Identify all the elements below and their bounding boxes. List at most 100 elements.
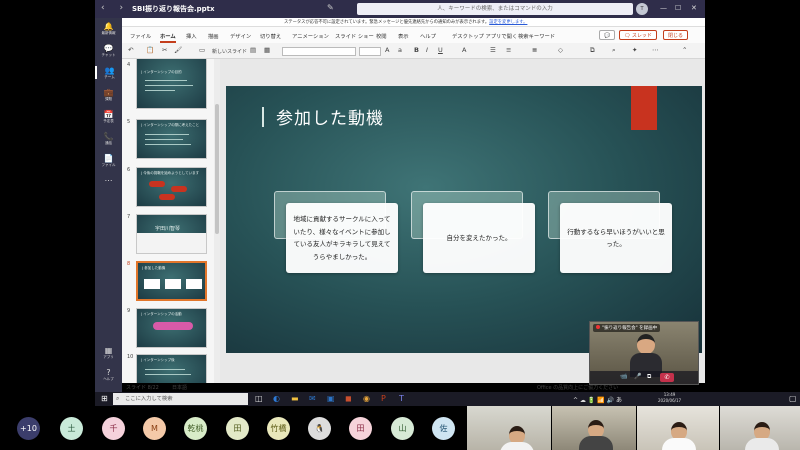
slide-thumbnail[interactable]: 宇田川智琴 (136, 214, 207, 254)
tab-animations[interactable]: アニメーション (292, 32, 329, 40)
participant-avatar[interactable]: 🐧 (308, 417, 331, 440)
rail-item-chat[interactable]: 💬 チャット (95, 44, 122, 57)
tab-slideshow[interactable]: スライド ショー (335, 32, 374, 40)
rail-item-help[interactable]: ? ヘルプ (95, 368, 122, 381)
chrome-icon[interactable]: ◉ (363, 394, 370, 403)
new-slide-icon[interactable]: ▭ (199, 46, 205, 54)
slide-thumbnail-selected[interactable]: | 参加した動機 (136, 261, 207, 301)
tab-view[interactable]: 表示 (398, 32, 409, 40)
mic-icon[interactable]: 🎤 (634, 373, 641, 380)
participant-video[interactable] (720, 406, 800, 450)
slide-thumbnail[interactable]: | インターンシップの活動 (136, 308, 207, 348)
feedback-link[interactable]: Office の品質向上にご協力ください (537, 384, 618, 391)
bold-icon[interactable]: B (414, 46, 419, 54)
tab-open-desktop[interactable]: デスクトップ アプリで開く (452, 32, 517, 40)
maximize-icon[interactable]: ☐ (675, 4, 681, 12)
shrink-font-icon[interactable]: a (398, 46, 402, 54)
designer-icon[interactable]: ✦ (632, 46, 637, 54)
rail-item-teams[interactable]: 👥 チーム (95, 66, 122, 79)
slide-thumbnail[interactable]: | インターンシップ後 (136, 354, 207, 383)
participant-avatar[interactable]: M (143, 417, 166, 440)
avatar[interactable]: T (636, 3, 648, 15)
slide-thumbnail[interactable]: | インターンシップの目的 (136, 59, 207, 109)
thumbnail-scrollbar[interactable] (214, 59, 220, 383)
participant-avatar[interactable]: 千 (102, 417, 125, 440)
participant-video[interactable] (552, 406, 636, 450)
participant-video[interactable] (637, 406, 719, 450)
find-icon[interactable]: ⌕ (612, 46, 616, 55)
rail-item-calendar[interactable]: 📅 予定表 (95, 110, 122, 123)
new-slide-button[interactable]: 新しいスライド (212, 48, 247, 55)
notification-icon[interactable]: ▢ (789, 394, 797, 403)
participant-avatar[interactable]: 田 (226, 417, 249, 440)
tab-search[interactable]: 検索キーワード (518, 32, 555, 40)
paste-icon[interactable]: 📋 (146, 46, 154, 54)
rail-item-assignments[interactable]: 💼 課題 (95, 88, 122, 101)
participant-avatar[interactable]: 山 (391, 417, 414, 440)
align-icon[interactable]: ≣ (532, 46, 537, 54)
arrange-icon[interactable]: ⧉ (590, 46, 595, 55)
tab-insert[interactable]: 挿入 (186, 32, 197, 40)
italic-icon[interactable]: I (426, 46, 428, 54)
edit-icon[interactable]: ✎ (327, 3, 334, 12)
tab-draw[interactable]: 描画 (208, 32, 219, 40)
participant-avatar[interactable]: 佐 (432, 417, 455, 440)
font-size-select[interactable] (359, 47, 381, 56)
mail-icon[interactable]: ✉ (309, 394, 316, 403)
participant-video[interactable] (467, 406, 551, 450)
tray-icons[interactable]: ^ ☁ 🔋 📶 🔊 あ (573, 395, 622, 404)
rail-item-apps[interactable]: ▦ アプリ (95, 346, 122, 359)
collapse-ribbon-icon[interactable]: ⌃ (682, 46, 687, 54)
underline-icon[interactable]: U (438, 46, 443, 54)
tab-transitions[interactable]: 切り替え (260, 32, 281, 40)
search-input[interactable]: 人、キーワードの検索、またはコマンドの入力 (357, 3, 633, 15)
office-icon[interactable]: ◼ (345, 394, 352, 403)
meeting-video-window[interactable]: "振り返り報告会" を録画中 📹 🎤 ⧉ ✆ (589, 321, 699, 385)
nav-arrows[interactable]: ‹ › (101, 3, 129, 13)
card-text[interactable]: 行動するなら早いほうがいいと思った。 (560, 203, 672, 273)
powerpoint-icon[interactable]: P (381, 394, 386, 403)
participant-avatar[interactable]: 田 (349, 417, 372, 440)
close-button[interactable]: 閉じる (663, 30, 689, 40)
rail-item-activity[interactable]: 🔔 最新情報 (95, 22, 122, 35)
system-clock[interactable]: 13:49 2020/06/17 (658, 392, 681, 404)
participant-avatar[interactable]: 竹橋 (267, 417, 290, 440)
explorer-icon[interactable]: ▬ (291, 394, 299, 403)
format-painter-icon[interactable]: 🖌 (174, 46, 182, 54)
participant-overflow[interactable]: +10 (17, 417, 40, 440)
participant-avatar[interactable]: 土 (60, 417, 83, 440)
tab-help[interactable]: ヘルプ (420, 32, 436, 40)
store-icon[interactable]: ▣ (327, 394, 335, 403)
minimize-icon[interactable]: — (660, 4, 667, 12)
task-view-icon[interactable]: ◫ (255, 394, 263, 403)
tab-review[interactable]: 校閲 (376, 32, 387, 40)
card-text[interactable]: 自分を変えたかった。 (423, 203, 535, 273)
slide-thumbnail[interactable]: | 今後の挑戦を始めようとしています (136, 167, 207, 207)
participant-avatar[interactable]: 乾桃 (184, 417, 207, 440)
slide-canvas[interactable]: 参加した動機 地域に貢献するサークルに入っていたり、様々なイベントに参加している… (226, 86, 702, 353)
teams-taskbar-icon[interactable]: T (399, 394, 404, 403)
overflow-icon[interactable]: ⋯ (652, 46, 659, 54)
language-label[interactable]: 日本語 (172, 384, 187, 391)
change-settings-link[interactable]: 設定を変更します。 (489, 20, 527, 25)
card-text[interactable]: 地域に貢献するサークルに入っていたり、様々なイベントに参加している友人がキラキラ… (286, 203, 398, 273)
layout-icon[interactable]: ▤ (250, 46, 256, 54)
shapes-icon[interactable]: ◇ (558, 46, 563, 54)
edge-icon[interactable]: ◐ (273, 394, 280, 403)
windows-start-icon[interactable]: ⊞ (101, 394, 108, 403)
camera-icon[interactable]: 📹 (620, 373, 627, 380)
close-window-icon[interactable]: ✕ (691, 4, 697, 12)
comment-button[interactable]: 💬 (599, 30, 616, 40)
font-color-icon[interactable]: A (462, 46, 466, 54)
slide-thumbnail[interactable]: | インターンシップの際に考えたこと (136, 119, 207, 159)
numbering-icon[interactable]: ≡ (506, 46, 511, 54)
rail-item-calls[interactable]: 📞 通話 (95, 132, 122, 145)
undo-icon[interactable]: ↶ (128, 46, 133, 54)
bullets-icon[interactable]: ☰ (490, 46, 496, 54)
tab-file[interactable]: ファイル (130, 32, 151, 40)
tab-design[interactable]: デザイン (230, 32, 251, 40)
thread-button[interactable]: 🗨 スレッド (619, 30, 657, 40)
rail-item-files[interactable]: 📄 ファイル (95, 154, 122, 167)
tab-home[interactable]: ホーム (160, 32, 176, 43)
rail-item-more[interactable]: ⋯ (95, 176, 122, 185)
